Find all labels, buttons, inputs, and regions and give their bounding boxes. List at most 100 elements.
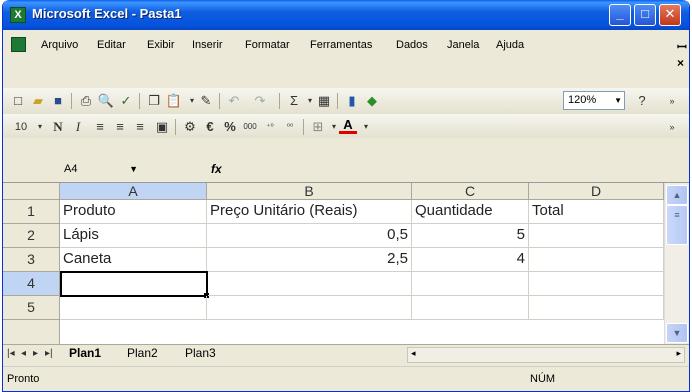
- first-sheet-icon[interactable]: |◂: [7, 348, 15, 359]
- italic-icon[interactable]: I: [69, 118, 87, 136]
- print-icon[interactable]: ⎙: [77, 92, 95, 110]
- row-header-6[interactable]: [3, 320, 60, 345]
- drawing-icon[interactable]: ◆: [363, 92, 381, 110]
- open-icon[interactable]: ▰: [29, 92, 47, 110]
- document-icon[interactable]: [11, 37, 26, 52]
- tab-plan3[interactable]: Plan3: [185, 346, 216, 360]
- title-bar[interactable]: X Microsoft Excel - Pasta1 _ □ ✕: [3, 0, 689, 30]
- cell-d4[interactable]: [529, 272, 664, 296]
- cell-a3[interactable]: Caneta: [60, 248, 207, 272]
- prev-sheet-icon[interactable]: ◂: [21, 348, 26, 359]
- toolbar-options-icon[interactable]: »: [663, 118, 681, 136]
- row-header-4[interactable]: 4: [3, 272, 60, 296]
- name-box[interactable]: A4 ▼: [60, 161, 158, 178]
- cell-c5[interactable]: [412, 296, 529, 320]
- cell-c4[interactable]: [412, 272, 529, 296]
- column-header-c[interactable]: C: [412, 183, 529, 200]
- paste-icon[interactable]: 📋: [165, 92, 183, 110]
- menu-formatar[interactable]: Formatar: [245, 39, 290, 51]
- menu-janela[interactable]: Janela: [447, 39, 479, 51]
- doc-restore-icon[interactable]: ꟷ: [677, 38, 687, 55]
- column-header-a[interactable]: A: [60, 183, 207, 200]
- euro-icon[interactable]: €: [201, 118, 219, 136]
- align-left-icon[interactable]: ≡: [91, 118, 109, 136]
- cell-a4[interactable]: [60, 271, 208, 297]
- insert-function-icon[interactable]: ▦: [315, 92, 333, 110]
- cell-c2[interactable]: 5: [412, 224, 529, 248]
- cell-a2[interactable]: Lápis: [60, 224, 207, 248]
- scroll-up-icon[interactable]: ▲: [666, 185, 688, 205]
- tab-plan2[interactable]: Plan2: [127, 346, 158, 360]
- menu-editar[interactable]: Editar: [97, 39, 126, 51]
- menu-ajuda[interactable]: Ajuda: [496, 39, 524, 51]
- align-center-icon[interactable]: ≡: [111, 118, 129, 136]
- percent-icon[interactable]: %: [221, 118, 239, 136]
- align-right-icon[interactable]: ≡: [131, 118, 149, 136]
- print-preview-icon[interactable]: 🔍: [97, 92, 115, 110]
- toolbar-options-icon[interactable]: »: [663, 92, 681, 110]
- doc-close-icon[interactable]: ×: [677, 56, 684, 70]
- undo-icon[interactable]: ↶: [225, 92, 243, 110]
- save-icon[interactable]: ■: [49, 92, 67, 110]
- vertical-scrollbar[interactable]: ▲ ≡ ▼: [664, 183, 689, 345]
- copy-icon[interactable]: ❐: [145, 92, 163, 110]
- thousands-icon[interactable]: 000: [241, 118, 259, 136]
- cell-c1[interactable]: Quantidade: [412, 200, 529, 224]
- cell-b4[interactable]: [208, 272, 412, 296]
- chart-wizard-icon[interactable]: ▮: [343, 92, 361, 110]
- cell-d2[interactable]: [529, 224, 664, 248]
- scroll-right-icon[interactable]: ▸: [676, 348, 681, 359]
- new-icon[interactable]: □: [9, 92, 27, 110]
- merge-center-icon[interactable]: ▣: [153, 118, 171, 136]
- decrease-decimal-icon[interactable]: ⁰⁰: [281, 118, 299, 136]
- menu-arquivo[interactable]: Arquivo: [41, 39, 78, 51]
- spelling-icon[interactable]: ✓: [117, 92, 135, 110]
- last-sheet-icon[interactable]: ▸|: [45, 348, 53, 359]
- menu-inserir[interactable]: Inserir: [192, 39, 223, 51]
- maximize-button[interactable]: □: [634, 4, 656, 26]
- toolbar-separator: [337, 93, 338, 109]
- horizontal-scrollbar[interactable]: ◂ ▸: [407, 347, 685, 363]
- row-header-1[interactable]: 1: [3, 200, 60, 224]
- redo-icon[interactable]: ↷: [251, 92, 269, 110]
- cell-b1[interactable]: Preço Unitário (Reais): [207, 200, 412, 224]
- cell-b5[interactable]: [207, 296, 412, 320]
- tab-plan1[interactable]: Plan1: [69, 346, 101, 360]
- font-color-dropdown-icon[interactable]: ▾: [357, 118, 375, 136]
- font-size-dropdown-icon[interactable]: ▾: [31, 118, 49, 136]
- menu-exibir[interactable]: Exibir: [147, 39, 175, 51]
- cell-b3[interactable]: 2,5: [207, 248, 412, 272]
- font-color-icon[interactable]: A: [339, 118, 357, 134]
- cell-a1[interactable]: Produto: [60, 200, 207, 224]
- select-all-corner[interactable]: [3, 183, 60, 200]
- minimize-button[interactable]: _: [609, 4, 631, 26]
- bold-icon[interactable]: N: [49, 118, 67, 136]
- row-header-3[interactable]: 3: [3, 248, 60, 272]
- row-header-2[interactable]: 2: [3, 224, 60, 248]
- spreadsheet-grid: A B C D 1 2 3 4 5 Produto Preço Unitário…: [3, 182, 689, 345]
- column-header-b[interactable]: B: [207, 183, 412, 200]
- increase-decimal-icon[interactable]: ⁺⁰: [261, 118, 279, 136]
- cell-d1[interactable]: Total: [529, 200, 664, 224]
- close-button[interactable]: ✕: [659, 4, 681, 26]
- font-size-select[interactable]: 10: [9, 118, 33, 136]
- zoom-select[interactable]: 120% ▼: [563, 91, 625, 110]
- cell-c3[interactable]: 4: [412, 248, 529, 272]
- cell-a5[interactable]: [60, 296, 207, 320]
- column-header-d[interactable]: D: [529, 183, 664, 200]
- cell-b2[interactable]: 0,5: [207, 224, 412, 248]
- currency-icon[interactable]: ⚙: [181, 118, 199, 136]
- cell-d5[interactable]: [529, 296, 664, 320]
- insert-function-button[interactable]: fx: [211, 162, 222, 176]
- scroll-thumb[interactable]: ≡: [666, 205, 688, 245]
- toolbar-separator: [219, 93, 220, 109]
- next-sheet-icon[interactable]: ▸: [33, 348, 38, 359]
- row-header-5[interactable]: 5: [3, 296, 60, 320]
- menu-dados[interactable]: Dados: [396, 39, 428, 51]
- help-icon[interactable]: ?: [633, 92, 651, 110]
- scroll-left-icon[interactable]: ◂: [411, 348, 416, 359]
- format-painter-icon[interactable]: ✎: [197, 92, 215, 110]
- cell-d3[interactable]: [529, 248, 664, 272]
- scroll-down-icon[interactable]: ▼: [666, 323, 688, 343]
- menu-ferramentas[interactable]: Ferramentas: [310, 39, 372, 51]
